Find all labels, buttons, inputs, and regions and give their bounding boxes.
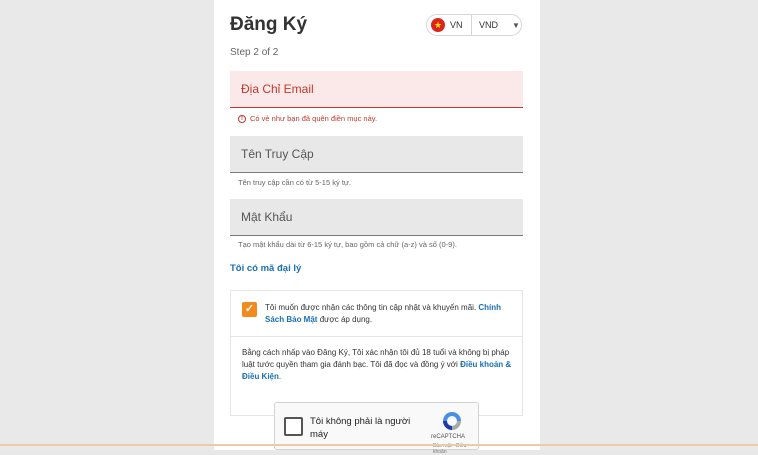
- recaptcha-label: Tôi không phải là người máy: [310, 416, 411, 440]
- recaptcha-checkbox[interactable]: [284, 417, 303, 436]
- username-field-label: Tên Truy Cập: [241, 147, 314, 161]
- currency-selector[interactable]: VND ▼: [472, 15, 521, 35]
- terms-notice: Bằng cách nhấp vào Đăng Ký, Tôi xác nhận…: [242, 347, 514, 383]
- email-field-label: Địa Chỉ Email: [241, 82, 314, 96]
- error-icon: !: [238, 114, 246, 123]
- marketing-consent-text: Tôi muốn được nhận các thông tin cập nhậ…: [265, 302, 515, 326]
- email-error-text: Có vẻ như bạn đã quên điền mục này.: [250, 114, 378, 123]
- password-help-text: Tạo mật khẩu dài từ 6-15 ký tự, bao gồm …: [238, 240, 457, 249]
- caret-down-icon: ▼: [512, 20, 520, 30]
- consent-box: ✓ Tôi muốn được nhận các thông tin cập n…: [230, 290, 523, 416]
- registration-panel: Đăng Ký ★ VN VND ▼ Step 2 of 2 Địa Chỉ E…: [214, 0, 540, 455]
- email-error-message: ! Có vẻ như bạn đã quên điền mục này.: [238, 114, 377, 123]
- password-field[interactable]: Mật Khẩu: [230, 199, 523, 236]
- recaptcha-brand: reCAPTCHA: [431, 434, 466, 440]
- step-indicator: Step 2 of 2: [230, 47, 279, 58]
- marketing-consent-checkbox[interactable]: ✓: [242, 302, 257, 317]
- terms-notice-end: .: [278, 372, 282, 381]
- vietnam-flag-icon: ★: [431, 18, 445, 32]
- agent-code-link[interactable]: Tôi có mã đại lý: [230, 263, 301, 274]
- email-field[interactable]: Địa Chỉ Email: [230, 71, 523, 108]
- recaptcha-logo-icon: [443, 412, 461, 430]
- username-field[interactable]: Tên Truy Cập: [230, 136, 523, 173]
- currency-code: VND: [479, 20, 499, 30]
- marketing-consent-row: ✓ Tôi muốn được nhận các thông tin cập n…: [231, 291, 522, 337]
- language-code: VN: [450, 20, 463, 30]
- bottom-divider: [0, 444, 758, 446]
- language-selector[interactable]: ★ VN: [427, 15, 472, 35]
- recaptcha-widget: Tôi không phải là người máy reCAPTCHA Bả…: [274, 402, 479, 455]
- page-title: Đăng Ký: [230, 14, 308, 35]
- password-field-label: Mật Khẩu: [241, 210, 293, 224]
- marketing-consent-label-end: được áp dụng.: [317, 315, 373, 324]
- username-help-text: Tên truy cập cần có từ 5-15 ký tự.: [238, 178, 352, 187]
- marketing-consent-label: Tôi muốn được nhận các thông tin cập nhậ…: [265, 303, 479, 312]
- language-currency-selector[interactable]: ★ VN VND ▼: [426, 14, 522, 36]
